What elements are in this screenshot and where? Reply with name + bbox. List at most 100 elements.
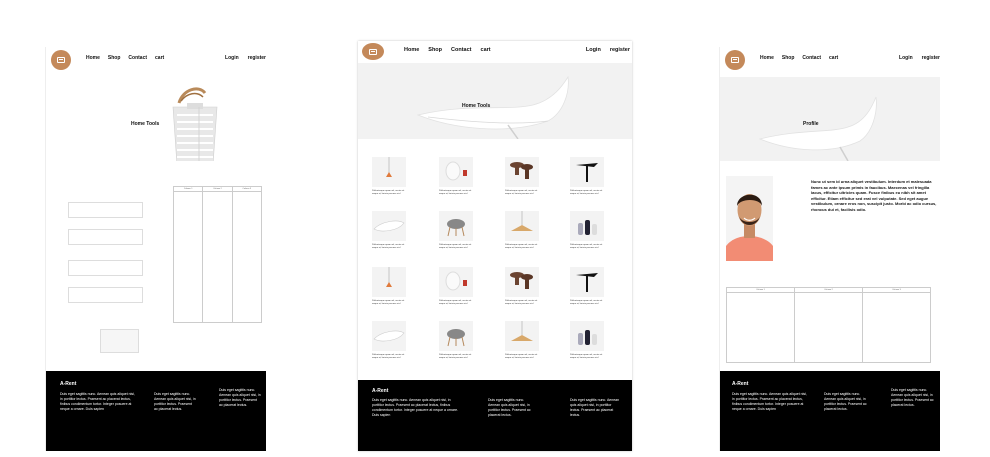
nav-home[interactable]: Home (760, 55, 774, 61)
product-card[interactable]: Pellentesque quam vel, auctor sit neque … (570, 157, 604, 196)
register-link[interactable]: register (922, 55, 940, 61)
footer-col-1: Duis eget sagittis nunc. Aenean quis ali… (372, 398, 458, 417)
logo-icon (369, 48, 377, 55)
hero-title: Profile (803, 121, 819, 127)
product-card[interactable]: Pellentesque quam vel, auctor sit neque … (439, 267, 473, 306)
product-card[interactable]: Pellentesque quam vel, auctor sit neque … (505, 157, 539, 196)
login-link[interactable]: Login (899, 55, 913, 61)
nav-contact[interactable]: Contact (451, 47, 471, 53)
product-card[interactable]: Pellentesque quam vel, auctor sit neque … (505, 321, 539, 360)
nav-contact[interactable]: Contact (802, 55, 821, 61)
vases-icon (578, 330, 597, 345)
product-card[interactable]: Pellentesque quam vel, auctor sit neque … (570, 267, 604, 306)
product-card[interactable]: Pellentesque quam vel, auctor sit neque … (372, 267, 406, 306)
profile-bio: Nunc ut sem id urna aliquet vestibulum. … (811, 179, 937, 212)
product-card[interactable]: Pellentesque quam vel, auctor sit neque … (439, 211, 473, 250)
product-caption: Pellentesque quam vel, auctor sit neque … (505, 244, 538, 249)
login-link[interactable]: Login (586, 47, 601, 53)
product-caption: Pellentesque quam vel, auctor sit neque … (439, 244, 472, 249)
product-caption: Pellentesque quam vel, auctor sit neque … (570, 300, 603, 305)
register-link[interactable]: register (248, 55, 266, 61)
table-column: Column 1 (727, 288, 795, 362)
footer-col-3: Duis eget sagittis nunc. Aenean quis ali… (570, 398, 620, 417)
footer-col-3: Duis eget sagittis nunc. Aenean quis ali… (219, 388, 261, 407)
login-link[interactable]: Login (225, 55, 239, 61)
form-input-1[interactable] (68, 202, 143, 218)
product-card[interactable]: Pellentesque quam vel, auctor sit neque … (570, 321, 604, 360)
table-header: Column 1 (183, 188, 193, 190)
product-card[interactable]: Pellentesque quam vel, auctor sit neque … (372, 157, 406, 196)
auth-links: Login register (586, 47, 630, 53)
table-header: Column 2 (213, 188, 222, 190)
nav-shop[interactable]: Shop (782, 55, 795, 61)
table-header: Column 3 (892, 289, 901, 291)
nav-home[interactable]: Home (86, 55, 100, 61)
avatar-portrait-icon (726, 176, 773, 261)
navbar: Home Shop Contact cart Login register (46, 47, 266, 73)
chair-image (416, 75, 569, 139)
product-card[interactable]: Pellentesque quam vel, auctor sit neque … (439, 157, 473, 196)
product-caption: Pellentesque quam vel, auctor sit neque … (439, 300, 472, 305)
footer: A-Rent Duis eget sagittis nunc. Aenean q… (720, 371, 940, 451)
product-card[interactable]: Pellentesque quam vel, auctor sit neque … (372, 321, 406, 360)
lamp-cup-image (439, 157, 473, 187)
submit-button[interactable] (100, 329, 139, 353)
nav-cart[interactable]: cart (829, 55, 838, 61)
product-card[interactable]: Pellentesque quam vel, auctor sit neque … (505, 267, 539, 306)
table-header: Column 1 (756, 289, 765, 291)
nav-home[interactable]: Home (404, 47, 419, 53)
grey-chair-image (439, 321, 473, 351)
footer: A-Rent Duis eget sagittis nunc. Aenean q… (358, 380, 632, 451)
logo[interactable] (51, 50, 71, 70)
nav-cart[interactable]: cart (155, 55, 164, 61)
lamp-cup-icon (445, 271, 467, 291)
nav-contact[interactable]: Contact (128, 55, 147, 61)
vases-icon (578, 220, 597, 235)
product-card[interactable]: Pellentesque quam vel, auctor sit neque … (439, 321, 473, 360)
product-card[interactable]: Pellentesque quam vel, auctor sit neque … (372, 211, 406, 250)
vases-image (570, 211, 604, 241)
shop-page-mockup: Home Shop Contact cart Login register Ho… (358, 41, 632, 451)
nav-links: Home Shop Contact cart (86, 55, 164, 61)
product-card[interactable]: Pellentesque quam vel, auctor sit neque … (570, 211, 604, 250)
table-column: Column 3 (863, 288, 930, 362)
footer-col-3: Duis eget sagittis nunc. Aenean quis ali… (891, 388, 934, 407)
grey-chair-icon (447, 219, 465, 237)
hero-title: Home Tools (131, 121, 160, 127)
profile-page-mockup: Home Shop Contact cart Login register Pr… (719, 47, 940, 451)
grey-chair-icon (447, 329, 465, 347)
logo[interactable] (725, 50, 745, 70)
product-caption: Pellentesque quam vel, auctor sit neque … (439, 354, 472, 359)
nav-links: Home Shop Contact cart (760, 55, 838, 61)
lantern-image (172, 87, 218, 161)
form-input-3[interactable] (68, 260, 143, 276)
auth-links: Login register (899, 55, 940, 61)
lamp-cup-icon (445, 161, 467, 181)
nav-cart[interactable]: cart (481, 47, 491, 53)
footer-col-2: Duis eget sagittis nunc. Aenean quis ali… (824, 392, 867, 411)
logo[interactable] (362, 43, 384, 60)
vases-image (570, 321, 604, 351)
form-input-4[interactable] (68, 287, 143, 303)
product-caption: Pellentesque quam vel, auctor sit neque … (372, 354, 405, 359)
product-caption: Pellentesque quam vel, auctor sit neque … (570, 190, 603, 195)
product-caption: Pellentesque quam vel, auctor sit neque … (570, 244, 603, 249)
wooden-stools-image (505, 267, 539, 297)
register-link[interactable]: register (610, 47, 630, 53)
white-lamp-icon (373, 330, 405, 342)
navbar: Home Shop Contact cart Login register (358, 41, 632, 63)
white-lamp-image (372, 211, 406, 241)
hero-banner: Profile (720, 77, 940, 161)
black-lamp-icon (576, 273, 598, 292)
product-card[interactable]: Pellentesque quam vel, auctor sit neque … (505, 211, 539, 250)
nav-shop[interactable]: Shop (108, 55, 121, 61)
form-input-2[interactable] (68, 229, 143, 245)
nav-shop[interactable]: Shop (428, 47, 442, 53)
logo-icon (57, 57, 65, 63)
footer-col-2: Duis eget sagittis nunc. Aenean quis ali… (154, 392, 196, 411)
footer-col-1: Duis eget sagittis nunc. Aenean quis ali… (732, 392, 807, 411)
ceiling-lamp-image (505, 321, 539, 351)
black-lamp-image (570, 267, 604, 297)
table-column: Column 1 (174, 187, 204, 322)
chair-image (758, 96, 877, 161)
